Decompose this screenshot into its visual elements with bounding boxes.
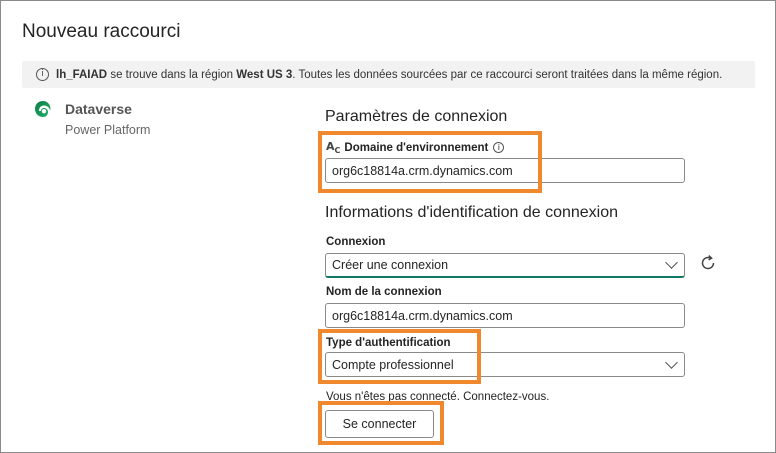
region-info-banner: i lh_FAIAD se trouve dans la région West… <box>22 61 755 88</box>
env-domain-label-row: A͏C Domaine d'environnement i <box>326 140 505 156</box>
dialog-title: Nouveau raccourci <box>22 21 181 42</box>
credentials-heading: Informations d'identification de connexi… <box>325 204 619 221</box>
auth-type-select[interactable]: Compte professionnel <box>325 352 685 377</box>
banner-text-part: . Toutes les données sourcées par ce rac… <box>292 68 723 81</box>
refresh-icon[interactable] <box>698 253 718 273</box>
connection-select-value: Créer une connexion <box>332 258 449 272</box>
connection-label: Connexion <box>326 236 386 248</box>
signin-note: Vous n'êtes pas connecté. Connectez-vous… <box>326 391 550 403</box>
info-icon: i <box>36 68 49 81</box>
sign-in-button[interactable]: Se connecter <box>325 410 434 438</box>
chevron-down-icon <box>665 355 678 369</box>
connection-select[interactable]: Créer une connexion <box>325 253 685 278</box>
auth-type-select-value: Compte professionnel <box>332 357 454 372</box>
auth-type-label: Type d'authentification <box>326 337 451 349</box>
chevron-down-icon <box>665 256 678 269</box>
dataverse-logo-icon <box>35 101 51 117</box>
text-field-icon: A͏C <box>326 140 341 156</box>
banner-text-part: se trouve dans la région <box>107 68 237 81</box>
source-subtitle: Power Platform <box>65 123 151 137</box>
env-domain-input[interactable]: org6c18814a.crm.dynamics.com <box>325 158 685 183</box>
connection-settings-heading: Paramètres de connexion <box>325 108 508 125</box>
banner-text: lh_FAIAD se trouve dans la région West U… <box>56 69 722 81</box>
lakehouse-name: lh_FAIAD <box>56 68 108 81</box>
connection-name-label: Nom de la connexion <box>326 286 442 298</box>
region-name: West US 3 <box>236 68 293 81</box>
env-domain-label: Domaine d'environnement <box>344 141 489 154</box>
connection-name-input[interactable]: org6c18814a.crm.dynamics.com <box>325 303 685 328</box>
source-name: Dataverse <box>65 101 132 117</box>
info-icon[interactable]: i <box>493 142 505 154</box>
